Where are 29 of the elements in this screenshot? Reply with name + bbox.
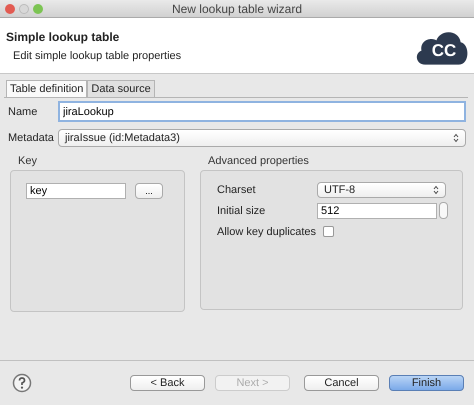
spinner-icon[interactable] <box>439 202 448 219</box>
page-subtitle: Edit simple lookup table properties <box>12 50 182 62</box>
field-label: Charset <box>217 184 257 196</box>
group-title: Advanced properties <box>207 155 310 167</box>
tab[interactable]: Table definition <box>6 80 88 97</box>
minimize-icon[interactable] <box>19 4 29 14</box>
field-label: Initial size <box>217 204 266 216</box>
close-icon[interactable] <box>5 4 15 14</box>
field-label: Metadata <box>7 132 55 144</box>
size-field[interactable]: 512 <box>317 202 437 218</box>
wizard-button[interactable]: < Back <box>130 375 205 391</box>
wizard-button[interactable]: Finish <box>389 375 464 391</box>
metadata-dropdown[interactable]: jiraIssue (id:Metadata3) <box>58 129 466 147</box>
field-label: Name <box>7 106 38 118</box>
key-field[interactable]: key <box>26 183 126 199</box>
window-title: New lookup table wizard <box>172 2 302 16</box>
checkbox[interactable] <box>323 226 334 237</box>
browse-button[interactable]: ... <box>135 183 163 199</box>
group-title: Key <box>17 155 38 167</box>
tab[interactable]: Data source <box>87 80 155 97</box>
updown-arrows-icon <box>433 184 439 194</box>
help-icon[interactable] <box>12 373 32 393</box>
checkbox-label: Allow key duplicates <box>217 226 318 238</box>
wizard-button[interactable]: Cancel <box>304 375 379 391</box>
updown-arrows-icon <box>453 133 459 143</box>
zoom-icon[interactable] <box>33 4 43 14</box>
name-field[interactable]: jiraLookup <box>58 101 466 122</box>
charset-dropdown[interactable]: UTF-8 <box>317 182 446 198</box>
page-title: Simple lookup table <box>6 30 120 44</box>
